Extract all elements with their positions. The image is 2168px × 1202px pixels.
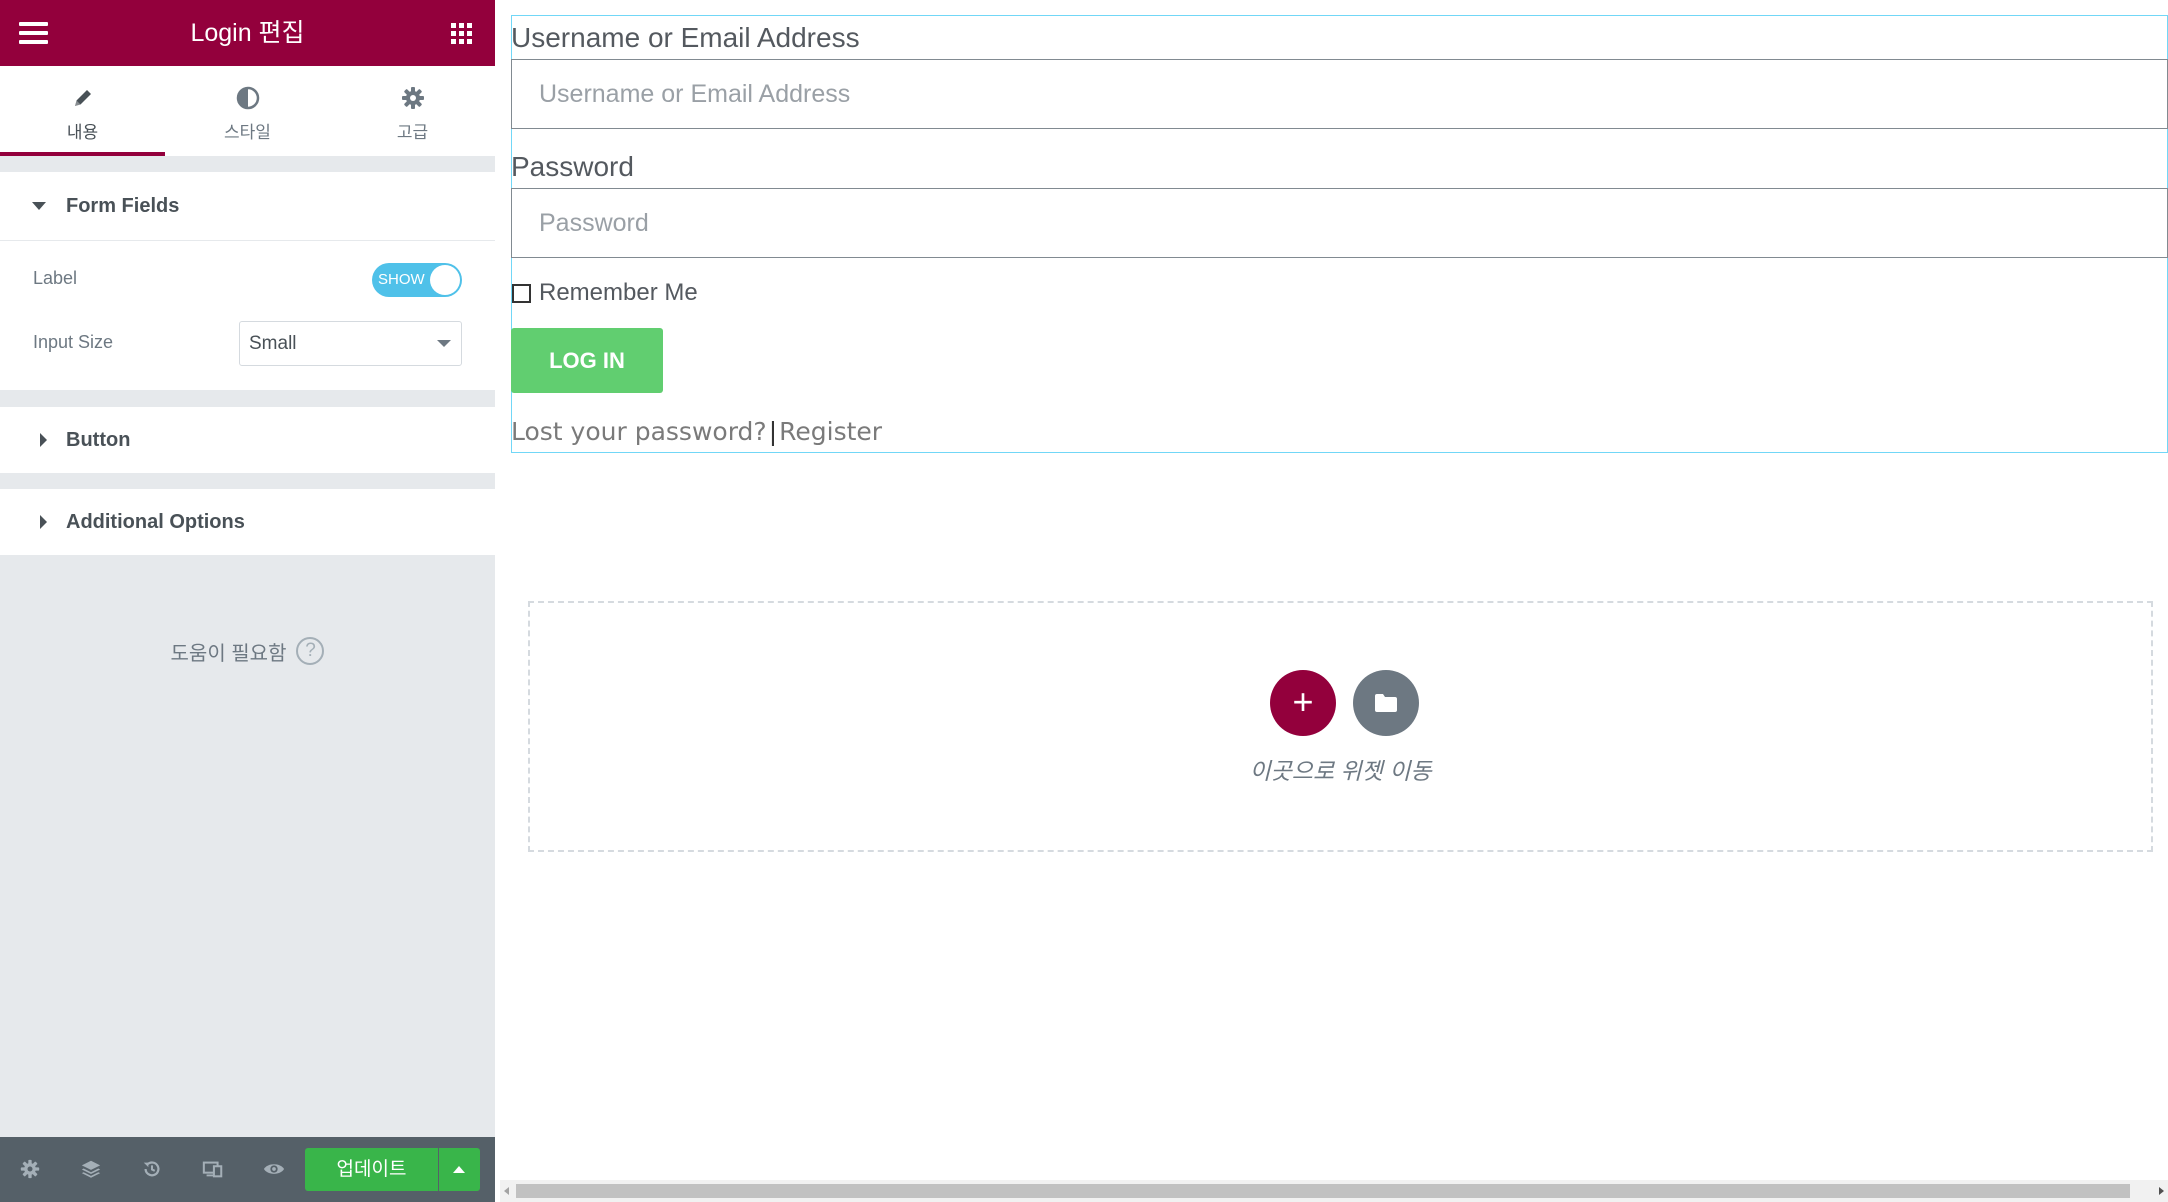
help-text: 도움이 필요함	[170, 642, 287, 665]
section-divider	[0, 240, 495, 241]
caret-right-icon	[40, 515, 47, 529]
folder-icon[interactable]	[1353, 670, 1419, 736]
section-additional-options: Additional Options	[0, 489, 495, 555]
responsive-icon[interactable]	[200, 1156, 226, 1182]
remember-me-checkbox[interactable]	[512, 283, 531, 303]
settings-icon[interactable]	[17, 1156, 43, 1182]
section-additional-options-header[interactable]: Additional Options	[0, 489, 495, 555]
section-form-fields-header[interactable]: Form Fields	[0, 172, 495, 240]
horizontal-scrollbar[interactable]	[500, 1180, 2168, 1202]
plus-icon[interactable]: +	[1270, 670, 1336, 736]
tab-style[interactable]: 스타일	[165, 66, 330, 156]
scroll-right-icon[interactable]	[2159, 1187, 2164, 1195]
grid-icon[interactable]	[451, 23, 473, 45]
editor-panel: Login 편집 내용 스타일 고급 Form Fields Label SHO…	[0, 0, 495, 1202]
tabs-spacer	[0, 156, 495, 172]
password-input[interactable]: Password	[511, 188, 2168, 258]
login-links: Lost your password?|Register	[511, 415, 882, 449]
panel-header: Login 편집	[0, 0, 495, 66]
password-label: Password	[511, 151, 634, 182]
link-separator: |	[768, 417, 778, 446]
caret-up-icon	[453, 1166, 465, 1173]
password-placeholder: Password	[539, 209, 649, 237]
section-form-fields-title: Form Fields	[66, 195, 180, 217]
username-label: Username or Email Address	[511, 22, 860, 53]
tab-style-label: 스타일	[224, 123, 271, 142]
widget-dropzone	[528, 601, 2153, 852]
update-options-button[interactable]	[439, 1148, 480, 1191]
remember-me-label[interactable]: Remember Me	[539, 279, 698, 307]
scrollbar-thumb[interactable]	[516, 1184, 2130, 1198]
panel-title: Login 편집	[190, 19, 305, 47]
label-control-label: Label	[33, 268, 78, 288]
section-button-title: Button	[66, 429, 131, 451]
elementor-editor: Login 편집 내용 스타일 고급 Form Fields Label SHO…	[0, 0, 2168, 1202]
toggle-text: SHOW	[378, 271, 425, 288]
input-size-value: Small	[249, 333, 297, 354]
section-button-header[interactable]: Button	[0, 407, 495, 473]
label-show-toggle[interactable]: SHOW	[372, 263, 462, 297]
chevron-down-icon	[437, 340, 451, 347]
login-button[interactable]: LOG IN	[511, 328, 663, 393]
eye-icon[interactable]	[261, 1156, 287, 1182]
tab-content[interactable]: 내용	[0, 66, 165, 156]
update-button[interactable]: 업데이트	[305, 1148, 438, 1191]
pencil-icon	[0, 85, 165, 111]
panel-footer: 업데이트	[0, 1137, 495, 1202]
tab-advanced-label: 고급	[396, 123, 429, 142]
input-size-label: Input Size	[33, 332, 114, 352]
register-link[interactable]: Register	[779, 417, 882, 446]
contrast-icon	[165, 85, 330, 111]
panel-tabs: 내용 스타일 고급	[0, 66, 495, 156]
remember-me: Remember Me	[512, 279, 698, 307]
question-icon: ?	[296, 637, 325, 665]
tab-content-label: 내용	[66, 123, 99, 142]
section-additional-options-title: Additional Options	[66, 511, 245, 533]
username-placeholder: Username or Email Address	[539, 80, 851, 108]
username-input[interactable]: Username or Email Address	[511, 59, 2168, 129]
section-button: Button	[0, 407, 495, 473]
history-icon[interactable]	[139, 1156, 165, 1182]
toggle-knob	[430, 265, 460, 295]
gear-icon	[330, 85, 495, 111]
scroll-left-icon[interactable]	[504, 1187, 509, 1195]
layers-icon[interactable]	[78, 1156, 104, 1182]
tab-advanced[interactable]: 고급	[330, 66, 495, 156]
input-size-select[interactable]: Small	[239, 321, 462, 366]
caret-right-icon	[40, 433, 47, 447]
caret-down-icon	[32, 202, 46, 210]
lost-password-link[interactable]: Lost your password?	[511, 417, 767, 446]
help-link[interactable]: 도움이 필요함 ?	[0, 632, 495, 670]
dropzone-text: 이곳으로 위젯 이동	[1249, 758, 1432, 784]
